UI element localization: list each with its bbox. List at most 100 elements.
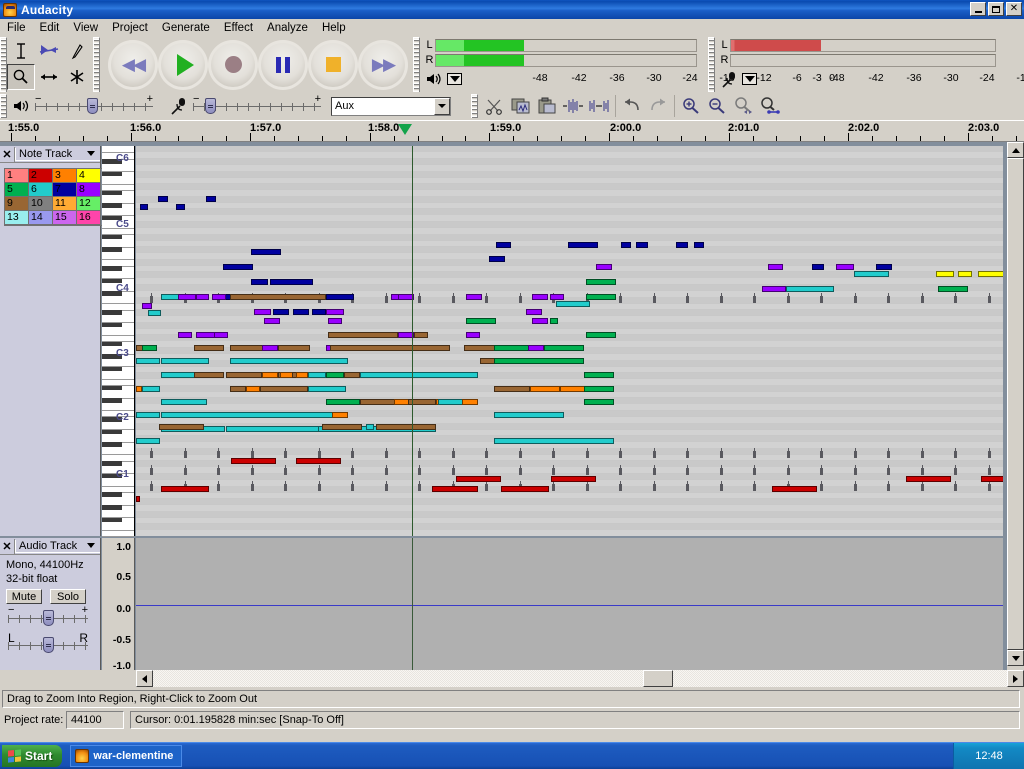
piano-black-key[interactable]: [102, 171, 122, 177]
midi-channel-10[interactable]: 10: [29, 197, 53, 211]
midi-note[interactable]: [230, 345, 264, 351]
input-volume-slider[interactable]: − +: [193, 93, 321, 115]
horizontal-scrollbar-thumb[interactable]: [643, 670, 673, 687]
piano-keyboard[interactable]: C6 C5 C4 C3 C2 C1: [102, 146, 135, 537]
midi-note[interactable]: [530, 386, 560, 392]
midi-note[interactable]: [568, 242, 598, 248]
midi-note[interactable]: [326, 372, 344, 378]
vertical-scrollbar[interactable]: [1007, 142, 1024, 671]
midi-note[interactable]: [494, 438, 614, 444]
midi-note[interactable]: [270, 279, 313, 285]
midi-channel-5[interactable]: 5: [5, 183, 29, 197]
system-tray[interactable]: 12:48: [953, 743, 1024, 769]
scroll-right-button[interactable]: [1007, 670, 1024, 687]
midi-note[interactable]: [532, 294, 548, 300]
midi-note[interactable]: [136, 412, 160, 418]
audio-track-name-menu[interactable]: Audio Track: [15, 539, 100, 553]
midi-note[interactable]: [676, 242, 688, 248]
midi-note[interactable]: [550, 318, 558, 324]
pan-slider-thumb[interactable]: [43, 637, 54, 653]
output-meter[interactable]: L R -48 -42 -36 -30 -24 -18 -12 -6 -3 0: [420, 37, 835, 89]
midi-note[interactable]: [906, 476, 951, 482]
record-button[interactable]: [208, 39, 258, 90]
piano-black-key[interactable]: [102, 341, 122, 347]
zoom-out-button[interactable]: [704, 94, 730, 118]
midi-note[interactable]: [161, 358, 209, 364]
midi-note[interactable]: [532, 318, 548, 324]
midi-note[interactable]: [296, 458, 341, 464]
midi-channel-9[interactable]: 9: [5, 197, 29, 211]
midi-note[interactable]: [142, 303, 152, 309]
midi-note[interactable]: [230, 358, 348, 364]
midi-note[interactable]: [262, 345, 278, 351]
piano-black-key[interactable]: [102, 429, 122, 435]
midi-channel-13[interactable]: 13: [5, 211, 29, 225]
midi-note[interactable]: [308, 372, 326, 378]
midi-note[interactable]: [466, 318, 496, 324]
midi-note[interactable]: [938, 286, 968, 292]
midi-note[interactable]: [836, 264, 854, 270]
midi-channel-15[interactable]: 15: [53, 211, 77, 225]
start-button[interactable]: Start: [2, 745, 63, 767]
gain-slider-thumb[interactable]: [43, 610, 54, 626]
note-track-name-menu[interactable]: Note Track: [15, 147, 100, 161]
output-meter-menu-button[interactable]: [447, 73, 462, 85]
midi-note[interactable]: [251, 279, 268, 285]
midi-note[interactable]: [876, 264, 892, 270]
midi-note[interactable]: [501, 486, 549, 492]
horizontal-scrollbar[interactable]: [0, 670, 1024, 687]
midi-note[interactable]: [214, 332, 228, 338]
copy-button[interactable]: [508, 94, 534, 118]
chevron-down-icon[interactable]: [87, 151, 95, 156]
piano-black-key[interactable]: [102, 266, 122, 271]
midi-channel-16[interactable]: 16: [77, 211, 101, 225]
midi-channel-grid[interactable]: 1 2 3 4 5 6 7 8 9 10 11 12 13 14 15 16: [4, 168, 104, 226]
midi-note[interactable]: [494, 386, 530, 392]
midi-note[interactable]: [360, 399, 396, 405]
midi-note[interactable]: [254, 309, 271, 315]
midi-note[interactable]: [142, 386, 160, 392]
midi-note[interactable]: [526, 309, 542, 315]
trim-outside-selection-button[interactable]: [560, 94, 586, 118]
midi-note[interactable]: [366, 424, 374, 430]
midi-note[interactable]: [231, 458, 276, 464]
skip-to-end-button[interactable]: ▶▶: [358, 39, 408, 90]
piano-black-key[interactable]: [102, 190, 122, 196]
stop-button[interactable]: [308, 39, 358, 90]
note-track-panel[interactable]: ✕ Note Track 1 2 3 4 5 6 7 8 9 10 11 12 13 14 15 16: [0, 146, 104, 536]
piano-black-key[interactable]: [102, 492, 122, 498]
midi-note[interactable]: [936, 271, 954, 277]
midi-note[interactable]: [636, 242, 648, 248]
piano-black-key[interactable]: [102, 203, 122, 208]
note-canvas[interactable]: [136, 146, 1003, 536]
midi-note[interactable]: [161, 399, 207, 405]
midi-note[interactable]: [136, 496, 140, 502]
midi-note[interactable]: [140, 204, 148, 210]
envelope-tool[interactable]: [35, 38, 63, 64]
midi-note[interactable]: [464, 345, 498, 351]
midi-note[interactable]: [328, 332, 398, 338]
midi-channel-4[interactable]: 4: [77, 169, 101, 183]
midi-note[interactable]: [414, 332, 428, 338]
toolbar-grip-edit[interactable]: [471, 94, 478, 118]
midi-note[interactable]: [161, 412, 341, 418]
midi-note[interactable]: [496, 242, 511, 248]
midi-channel-11[interactable]: 11: [53, 197, 77, 211]
midi-note[interactable]: [584, 372, 614, 378]
midi-note[interactable]: [494, 358, 584, 364]
vertical-scrollbar-thumb[interactable]: [1007, 158, 1024, 650]
midi-note[interactable]: [251, 249, 281, 255]
midi-note[interactable]: [586, 279, 616, 285]
pause-button[interactable]: [258, 39, 308, 90]
midi-note[interactable]: [136, 438, 160, 444]
toolbar-grip-output-meter[interactable]: [413, 37, 420, 92]
toolbar-grip-transport[interactable]: [93, 37, 100, 92]
midi-note[interactable]: [584, 399, 614, 405]
midi-channel-3[interactable]: 3: [53, 169, 77, 183]
piano-black-key[interactable]: [102, 505, 122, 510]
mute-button[interactable]: Mute: [6, 589, 42, 604]
selection-tool[interactable]: [7, 38, 35, 64]
multi-tool[interactable]: [63, 64, 91, 90]
midi-note[interactable]: [494, 412, 564, 418]
midi-note[interactable]: [550, 294, 564, 300]
